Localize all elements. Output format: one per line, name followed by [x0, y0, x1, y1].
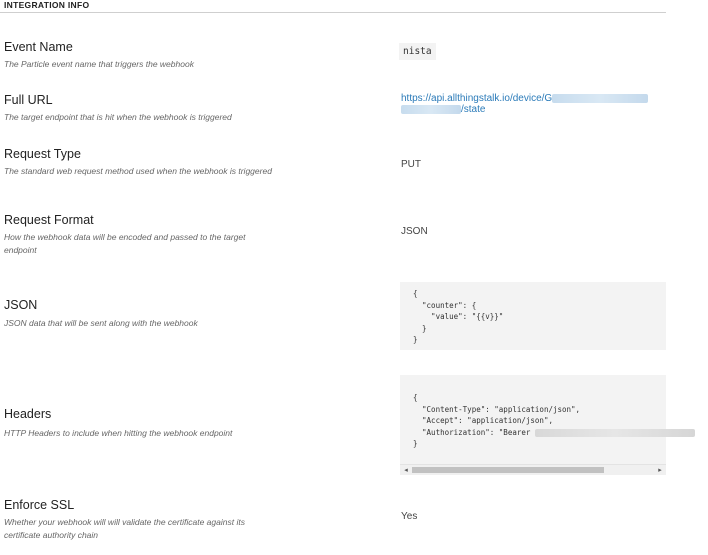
section-title: INTEGRATION INFO	[4, 0, 90, 10]
field-label: JSON	[4, 298, 38, 312]
url-prefix: https://api.allthingstalk.io/device/G	[401, 93, 553, 104]
url-suffix: /state	[461, 104, 486, 115]
scroll-left-icon[interactable]: ◂	[401, 466, 411, 474]
field-description: Whether your webhook will will validate …	[4, 517, 245, 540]
field-description: HTTP Headers to include when hitting the…	[4, 428, 233, 438]
request-type-value: PUT	[401, 159, 421, 170]
scrollbar-thumb[interactable]	[412, 467, 604, 473]
redacted-device-id-cont	[401, 104, 461, 114]
enforce-ssl-value: Yes	[401, 511, 418, 522]
scroll-right-icon[interactable]: ▸	[655, 466, 665, 474]
headers-code: { "Content-Type": "application/json", "A…	[400, 375, 695, 450]
horizontal-scrollbar[interactable]: ◂ ▸	[400, 464, 666, 475]
field-description: The target endpoint that is hit when the…	[4, 112, 232, 122]
field-label: Enforce SSL	[4, 498, 75, 512]
event-name-value: nista	[399, 43, 436, 60]
redacted-token	[534, 428, 695, 437]
field-label: Headers	[4, 407, 52, 421]
field-label: Event Name	[4, 40, 73, 54]
field-description: JSON data that will be sent along with t…	[4, 318, 198, 328]
redacted-device-id	[552, 93, 649, 103]
request-format-value: JSON	[401, 226, 428, 237]
json-code-block[interactable]: { "counter": { "value": "{{v}}" } }	[400, 282, 666, 350]
field-description: The standard web request method used whe…	[4, 166, 272, 176]
full-url-link[interactable]: https://api.allthingstalk.io/device/G /s…	[401, 93, 671, 115]
field-description: How the webhook data will be encoded and…	[4, 232, 246, 255]
field-label: Request Type	[4, 147, 81, 161]
field-description: The Particle event name that triggers th…	[4, 59, 194, 69]
section-divider	[0, 12, 666, 13]
headers-code-block[interactable]: { "Content-Type": "application/json", "A…	[400, 375, 695, 475]
json-code: { "counter": { "value": "{{v}}" } }	[413, 289, 504, 344]
field-label: Request Format	[4, 213, 94, 227]
field-label: Full URL	[4, 93, 53, 107]
